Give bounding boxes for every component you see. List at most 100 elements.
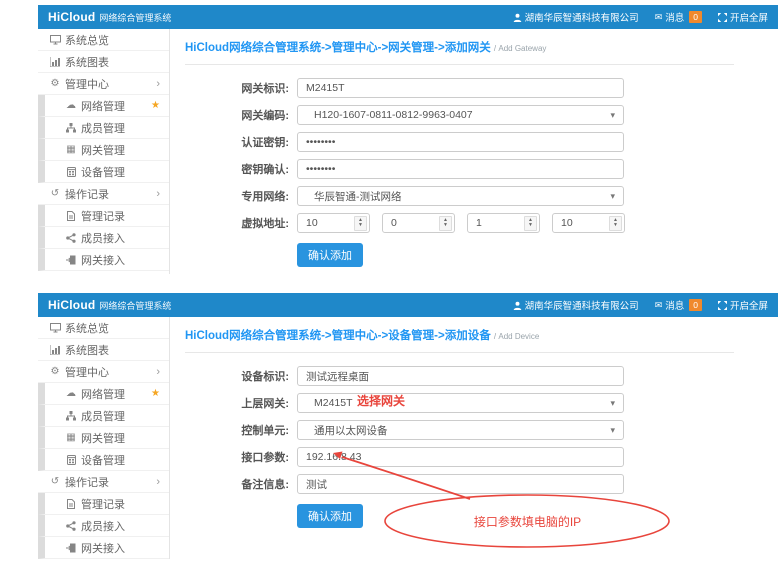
spinner-icon[interactable]: ▲▼ <box>439 216 452 231</box>
sidebar-item-gateway-access[interactable]: 网关接入 <box>38 249 169 271</box>
gateway-code-label: 网关编码: <box>170 107 297 123</box>
spin-value: 0 <box>391 217 397 229</box>
spin-value: 10 <box>306 217 318 229</box>
caret-down-icon: ▾ <box>610 191 615 202</box>
gateway-id-input[interactable] <box>297 78 624 98</box>
page: HiCloud 网络综合管理系统 湖南华辰智通科技有限公司 ✉ 消息 0 开启全… <box>0 0 779 574</box>
interface-param-input[interactable] <box>297 447 624 467</box>
virtual-address-octet-2[interactable]: 0 ▲▼ <box>382 213 455 233</box>
messages-menu[interactable]: ✉ 消息 0 <box>655 10 702 24</box>
form-row: 上层网关: M2415T ▾ <box>170 393 778 413</box>
add-device-form: 设备标识: 上层网关: M2415T ▾ 控制单元: 通用以太网设备 <box>170 353 778 528</box>
sidebar-item-label: 网关接入 <box>81 252 125 268</box>
sidebar-item-label: 管理记录 <box>81 496 125 512</box>
private-network-select[interactable]: 华辰智通-测试网络 ▾ <box>297 186 624 206</box>
fullscreen-label: 开启全屏 <box>730 10 768 24</box>
sidebar-item-label: 管理中心 <box>65 364 109 380</box>
confirm-add-button[interactable]: 确认添加 <box>297 504 363 528</box>
sidebar-item-network-management[interactable]: ☁ 网络管理 ★ <box>38 95 169 117</box>
brand-suffix: 网络综合管理系统 <box>99 299 171 312</box>
key-confirm-label: 密钥确认: <box>170 161 297 177</box>
fullscreen-button[interactable]: 开启全屏 <box>718 298 768 312</box>
sidebar-item-operation-records[interactable]: ↺ 操作记录 › <box>38 183 169 205</box>
remark-input[interactable] <box>297 474 624 494</box>
sidebar-item-management-center[interactable]: ⚙ 管理中心 › <box>38 73 169 95</box>
sidebar-item-system-charts[interactable]: 系统图表 <box>38 51 169 73</box>
file-icon <box>64 211 78 221</box>
star-icon: ★ <box>151 388 160 399</box>
fullscreen-button[interactable]: 开启全屏 <box>718 10 768 24</box>
screenshot-add-gateway: HiCloud 网络综合管理系统 湖南华辰智通科技有限公司 ✉ 消息 0 开启全… <box>38 5 778 274</box>
expand-icon <box>718 301 727 310</box>
topbar-right: 湖南华辰智通科技有限公司 ✉ 消息 0 开启全屏 <box>513 10 768 24</box>
caret-down-icon: ▾ <box>610 398 615 409</box>
sidebar-item-gateway-management[interactable]: ▦ 网关管理 <box>38 427 169 449</box>
sign-in-icon <box>64 255 78 265</box>
sidebar-item-network-management[interactable]: ☁ 网络管理 ★ <box>38 383 169 405</box>
spinner-icon[interactable]: ▲▼ <box>524 216 537 231</box>
chevron-right-icon: › <box>156 78 160 90</box>
sign-in-icon <box>64 543 78 553</box>
sidebar-item-member-management[interactable]: 成员管理 <box>38 117 169 139</box>
cloud-icon: ☁ <box>64 101 78 111</box>
form-row: 备注信息: <box>170 474 778 494</box>
selected-value: 通用以太网设备 <box>306 423 388 438</box>
company-menu[interactable]: 湖南华辰智通科技有限公司 <box>513 298 639 312</box>
sidebar-item-management-center[interactable]: ⚙ 管理中心 › <box>38 361 169 383</box>
brand: HiCloud 网络综合管理系统 <box>48 10 171 24</box>
breadcrumb: HiCloud网络综合管理系统->管理中心->设备管理->添加设备 / Add … <box>185 317 734 353</box>
parent-gateway-label: 上层网关: <box>170 395 297 411</box>
sidebar-item-gateway-management[interactable]: ▦ 网关管理 <box>38 139 169 161</box>
sidebar-item-management-records[interactable]: 管理记录 <box>38 205 169 227</box>
select-gateway-annotation: 选择网关 <box>357 392 405 409</box>
messages-badge: 0 <box>689 11 702 23</box>
form-row: 密钥确认: <box>170 159 778 179</box>
sidebar-item-management-records[interactable]: 管理记录 <box>38 493 169 515</box>
selected-value: M2415T <box>306 397 353 409</box>
sidebar-item-gateway-access[interactable]: 网关接入 <box>38 537 169 559</box>
messages-menu[interactable]: ✉ 消息 0 <box>655 298 702 312</box>
device-icon <box>64 167 78 177</box>
spinner-icon[interactable]: ▲▼ <box>354 216 367 231</box>
key-confirm-input[interactable] <box>297 159 624 179</box>
company-menu[interactable]: 湖南华辰智通科技有限公司 <box>513 10 639 24</box>
selected-value: H120-1607-0811-0812-9963-0407 <box>306 109 473 121</box>
form-row: 专用网络: 华辰智通-测试网络 ▾ <box>170 186 778 206</box>
sidebar-item-label: 系统图表 <box>65 54 109 70</box>
private-network-label: 专用网络: <box>170 188 297 204</box>
sidebar-item-member-access[interactable]: 成员接入 <box>38 515 169 537</box>
gears-icon: ⚙ <box>48 367 62 377</box>
breadcrumb-path: HiCloud网络综合管理系统->管理中心->设备管理->添加设备 <box>185 330 491 342</box>
auth-key-input[interactable] <box>297 132 624 152</box>
share-icon <box>64 521 78 531</box>
envelope-icon: ✉ <box>655 13 663 22</box>
control-unit-select[interactable]: 通用以太网设备 ▾ <box>297 420 624 440</box>
brand: HiCloud 网络综合管理系统 <box>48 298 171 312</box>
device-id-input[interactable] <box>297 366 624 386</box>
sidebar-item-member-management[interactable]: 成员管理 <box>38 405 169 427</box>
sidebar-item-label: 成员接入 <box>81 518 125 534</box>
form-row: 确认添加 <box>170 240 778 267</box>
confirm-add-button[interactable]: 确认添加 <box>297 243 363 267</box>
breadcrumb-path: HiCloud网络综合管理系统->管理中心->网关管理->添加网关 <box>185 42 491 54</box>
parent-gateway-select[interactable]: M2415T ▾ <box>297 393 624 413</box>
virtual-address-octet-4[interactable]: 10▲▼ <box>552 213 625 233</box>
sidebar-item-member-access[interactable]: 成员接入 <box>38 227 169 249</box>
sidebar-item-operation-records[interactable]: ↺ 操作记录 › <box>38 471 169 493</box>
gateway-code-select[interactable]: H120-1607-0811-0812-9963-0407 ▾ <box>297 105 624 125</box>
bar-chart-icon <box>48 345 62 355</box>
sidebar-item-label: 系统总览 <box>65 32 109 48</box>
history-icon: ↺ <box>48 477 62 487</box>
sidebar-item-system-charts[interactable]: 系统图表 <box>38 339 169 361</box>
sidebar-item-label: 系统图表 <box>65 342 109 358</box>
form-row: 认证密钥: <box>170 132 778 152</box>
virtual-address-octet-3[interactable]: 1▲▼ <box>467 213 540 233</box>
sidebar-item-device-management[interactable]: 设备管理 <box>38 449 169 471</box>
spinner-icon[interactable]: ▲▼ <box>609 216 622 231</box>
virtual-address-octet-1[interactable]: 10 ▲▼ <box>297 213 370 233</box>
sidebar-item-system-overview[interactable]: 系统总览 <box>38 29 169 51</box>
sidebar-item-system-overview[interactable]: 系统总览 <box>38 317 169 339</box>
sidebar-item-device-management[interactable]: 设备管理 <box>38 161 169 183</box>
gateway-id-label: 网关标识: <box>170 80 297 96</box>
breadcrumb-suffix: / Add Gateway <box>494 44 546 53</box>
